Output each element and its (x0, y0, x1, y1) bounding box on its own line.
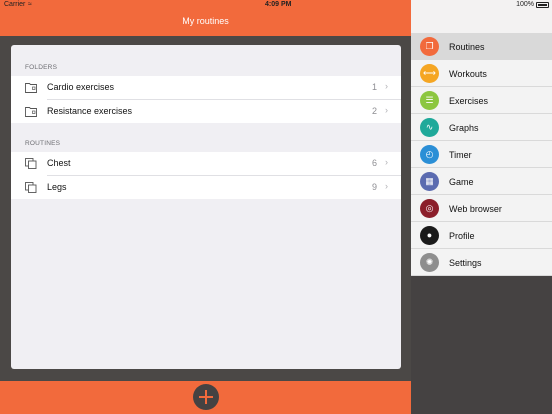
sidebar-item-profile[interactable]: ● Profile (411, 222, 552, 249)
game-icon: ▦ (420, 172, 439, 191)
sidebar-item-workouts[interactable]: ⟷ Workouts (411, 60, 552, 87)
status-time: 4:09 PM (265, 1, 292, 8)
routines-list: FOLDERS Cardio exercises 1 › Resistance … (11, 45, 401, 369)
carrier-label: Carrier (4, 1, 26, 8)
routine-copy-icon (25, 182, 37, 193)
routine-label: Chest (47, 158, 71, 168)
chevron-right-icon: › (385, 157, 388, 167)
compass-glyph: ◎ (425, 203, 434, 213)
battery-icon (536, 2, 549, 8)
folder-label: Cardio exercises (47, 82, 115, 92)
add-routine-button[interactable] (193, 384, 219, 410)
timer-glyph: ◴ (425, 149, 434, 159)
dumbbell-icon: ⟷ (420, 64, 439, 83)
bottom-toolbar (0, 381, 411, 414)
dumbbell-glyph: ⟷ (423, 68, 436, 78)
compass-icon: ◎ (420, 199, 439, 218)
status-bar: Carrier ≈ 4:09 PM 100% (0, 0, 552, 11)
wifi-icon: ≈ (28, 1, 32, 8)
folder-icon (25, 107, 37, 117)
sidebar-item-routines[interactable]: ❐ Routines (411, 33, 552, 60)
sidebar-item-label: Game (449, 177, 474, 187)
sidebar-item-label: Workouts (449, 69, 487, 79)
graph-icon: ∿ (420, 118, 439, 137)
sidebar-item-game[interactable]: ▦ Game (411, 168, 552, 195)
sidebar-item-graphs[interactable]: ∿ Graphs (411, 114, 552, 141)
graph-glyph: ∿ (425, 122, 434, 132)
chevron-right-icon: › (385, 105, 388, 115)
folder-count: 2 (371, 106, 377, 116)
sidebar-item-label: Graphs (449, 123, 479, 133)
routine-copy-icon (25, 158, 37, 169)
sidebar-item-settings[interactable]: ✺ Settings (411, 249, 552, 276)
profile-glyph: ● (426, 230, 433, 240)
battery-percent: 100% (516, 1, 534, 8)
routine-row-legs[interactable]: Legs 9 › (11, 176, 401, 199)
sidebar-item-label: Profile (449, 231, 475, 241)
routine-label: Legs (47, 182, 67, 192)
sidebar-item-web-browser[interactable]: ◎ Web browser (411, 195, 552, 222)
routine-count: 6 (371, 158, 377, 168)
sidebar-item-label: Exercises (449, 96, 489, 106)
folder-row-resistance[interactable]: Resistance exercises 2 › (11, 100, 401, 123)
timer-icon: ◴ (420, 145, 439, 164)
folder-label: Resistance exercises (47, 106, 133, 116)
folder-count: 1 (371, 82, 377, 92)
chevron-right-icon: › (385, 81, 388, 91)
copy-glyph: ❐ (425, 41, 434, 51)
sidebar-item-timer[interactable]: ◴ Timer (411, 141, 552, 168)
list-glyph: ☰ (425, 95, 434, 105)
list-icon: ☰ (420, 91, 439, 110)
sidebar-item-exercises[interactable]: ☰ Exercises (411, 87, 552, 114)
routine-row-chest[interactable]: Chest 6 › (11, 152, 401, 176)
gear-glyph: ✺ (425, 257, 434, 267)
folder-row-cardio[interactable]: Cardio exercises 1 › (11, 76, 401, 100)
sidebar: ❐ Routines ⟷ Workouts ☰ Exercises ∿ Grap… (411, 0, 552, 414)
chevron-right-icon: › (385, 181, 388, 191)
copy-icon: ❐ (420, 37, 439, 56)
sidebar-item-label: Routines (449, 42, 485, 52)
profile-icon: ● (420, 226, 439, 245)
game-glyph: ▦ (425, 176, 434, 186)
sidebar-item-label: Settings (449, 258, 482, 268)
page-title: My routines (182, 16, 229, 26)
folders-section-header: FOLDERS (25, 64, 58, 71)
sidebar-item-label: Timer (449, 150, 472, 160)
folder-icon (25, 83, 37, 93)
gear-icon: ✺ (420, 253, 439, 272)
sidebar-item-label: Web browser (449, 204, 502, 214)
routines-section-header: ROUTINES (25, 140, 61, 147)
routine-count: 9 (371, 182, 377, 192)
main-panel: My routines FOLDERS Cardio exercises 1 ›… (0, 0, 411, 414)
